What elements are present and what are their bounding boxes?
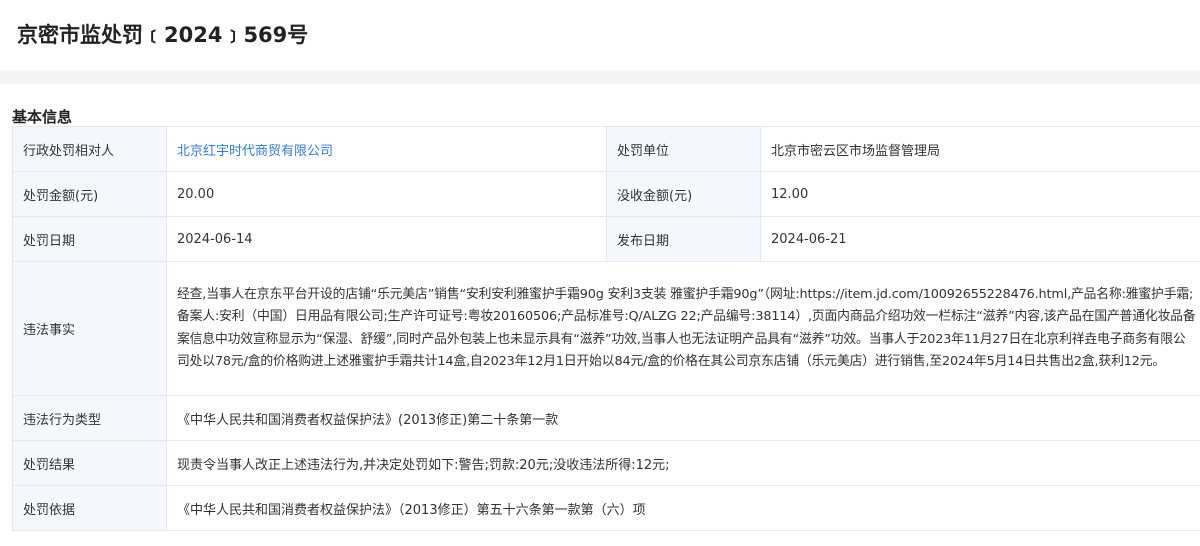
info-table-wrapper: 行政处罚相对人 北京红宇时代商贸有限公司 处罚单位 北京市密云区市场监督管理局 … [0,126,1200,531]
table-row: 处罚结果 现责令当事人改正上述违法行为,并决定处罚如下:警告;罚款:20元;没收… [12,440,1200,486]
basis-value: 《中华人民共和国消费者权益保护法》（2013修正）第五十六条第一款第（六）项 [166,485,1200,531]
table-row: 行政处罚相对人 北京红宇时代商贸有限公司 处罚单位 北京市密云区市场监督管理局 [12,126,1200,172]
section-title-basic-info: 基本信息 [12,108,73,126]
result-value: 现责令当事人改正上述违法行为,并决定处罚如下:警告;罚款:20元;没收违法所得:… [166,440,1200,486]
result-label: 处罚结果 [12,440,167,486]
violation-type-label: 违法行为类型 [12,395,167,441]
subject-label: 行政处罚相对人 [12,126,167,172]
unit-label: 处罚单位 [606,126,761,172]
basic-info-table: 行政处罚相对人 北京红宇时代商贸有限公司 处罚单位 北京市密云区市场监督管理局 … [12,126,1200,531]
violation-type-value: 《中华人民共和国消费者权益保护法》(2013修正)第二十条第一款 [166,395,1200,441]
confiscation-label: 没收金额(元) [606,171,761,217]
publish-date-label: 发布日期 [606,216,761,262]
penalty-date-label: 处罚日期 [12,216,167,262]
table-row: 处罚金额(元) 20.00 没收金额(元) 12.00 [12,171,1200,217]
subject-value-cell: 北京红宇时代商贸有限公司 [166,126,607,172]
penalty-date-value: 2024-06-14 [166,216,607,262]
table-row: 违法行为类型 《中华人民共和国消费者权益保护法》(2013修正)第二十条第一款 [12,395,1200,441]
facts-label: 违法事实 [12,261,167,396]
page-title: 京密市监处罚﹝2024﹞569号 [17,23,309,47]
subject-company-link[interactable]: 北京红宇时代商贸有限公司 [177,144,333,159]
section-divider [0,70,1200,84]
basis-label: 处罚依据 [12,485,167,531]
table-row: 处罚日期 2024-06-14 发布日期 2024-06-21 [12,216,1200,262]
page-header: 京密市监处罚﹝2024﹞569号 [0,0,1200,70]
confiscation-value: 12.00 [760,171,1200,217]
publish-date-value: 2024-06-21 [760,216,1200,262]
facts-value: 经查,当事人在京东平台开设的店铺“乐元美店”销售“安利安利雅蜜护手霜90g 安利… [166,261,1200,396]
fine-label: 处罚金额(元) [12,171,167,217]
table-row: 处罚依据 《中华人民共和国消费者权益保护法》（2013修正）第五十六条第一款第（… [12,485,1200,531]
table-row: 违法事实 经查,当事人在京东平台开设的店铺“乐元美店”销售“安利安利雅蜜护手霜9… [12,261,1200,396]
unit-value: 北京市密云区市场监督管理局 [760,126,1200,172]
fine-value: 20.00 [166,171,607,217]
